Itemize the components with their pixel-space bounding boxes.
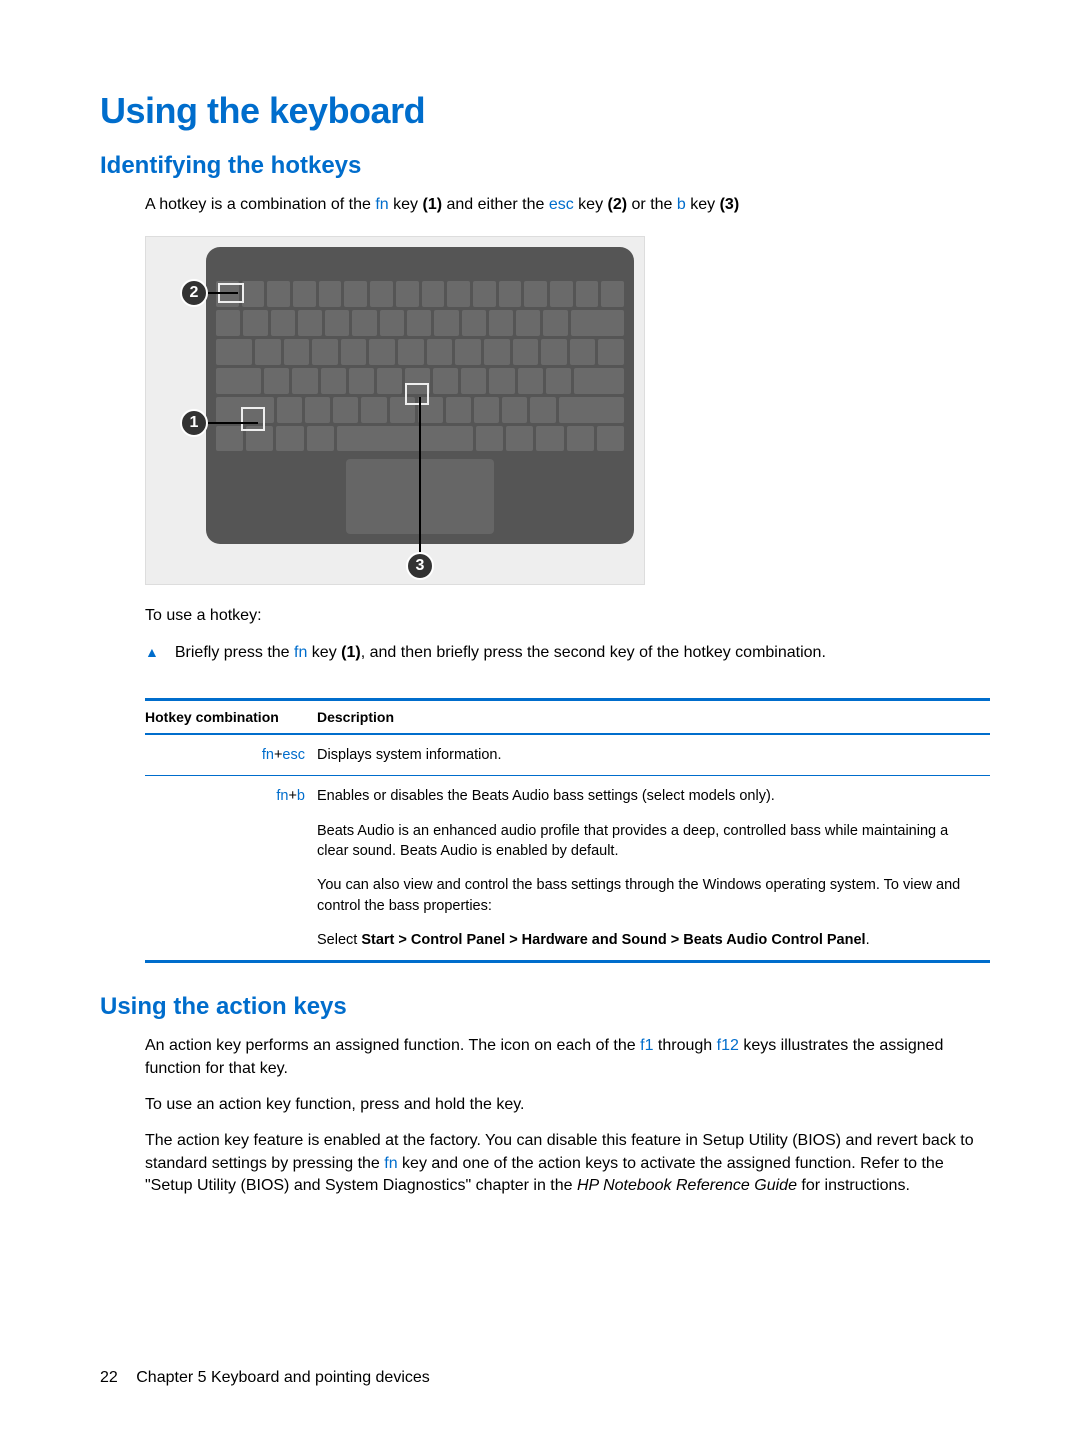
key-esc: esc [282,747,305,763]
text: key [686,196,720,213]
text: An action key performs an assigned funct… [145,1037,640,1054]
nav-path: Start > Control Panel > Hardware and Sou… [361,932,865,948]
callout-1: 1 [180,409,208,437]
action-keys-p2: To use an action key function, press and… [145,1094,990,1116]
key-f12: f12 [717,1037,739,1054]
step-marker-icon: ▲ [145,644,159,678]
highlight-b-key [405,383,429,405]
text: or the [627,196,677,213]
callout-line [208,422,258,424]
text: Beats Audio is an enhanced audio profile… [317,821,978,862]
key-esc: esc [549,196,574,213]
text: key [574,196,608,213]
text: . [866,932,870,948]
key-b: b [297,788,305,804]
action-keys-p3: The action key feature is enabled at the… [145,1130,990,1197]
key-fn: fn [276,788,288,804]
key-fn: fn [294,644,307,661]
text: key [307,644,341,661]
hotkey-desc-cell: Enables or disables the Beats Audio bass… [317,776,990,962]
hotkey-table: Hotkey combination Description fn+esc Di… [145,698,990,963]
callout-line [419,397,421,553]
callout-3: 3 [406,552,434,580]
table-header-row: Hotkey combination Description [145,700,990,735]
text: through [653,1037,716,1054]
col-header-description: Description [317,700,990,735]
text: for instructions. [797,1177,910,1194]
text: and either the [442,196,549,213]
text: Select Start > Control Panel > Hardware … [317,930,978,950]
key-fn: fn [262,747,274,763]
heading-action-keys: Using the action keys [100,993,990,1021]
keyboard-figure: 2 1 3 [145,236,645,585]
chapter-label: Chapter 5 Keyboard and pointing devices [136,1369,430,1386]
plus: + [288,788,296,804]
key-f1: f1 [640,1037,653,1054]
key-b: b [677,196,686,213]
key-fn: fn [384,1155,397,1172]
text: You can also view and control the bass s… [317,875,978,916]
page-number: 22 [100,1369,118,1386]
ref-1: (1) [423,196,443,213]
ref-1: (1) [341,644,361,661]
callout-line [208,292,238,294]
text: key [389,196,423,213]
instruction-step: ▲ Briefly press the fn key (1), and then… [145,642,990,678]
heading-identifying-hotkeys: Identifying the hotkeys [100,152,990,180]
hotkey-desc-cell: Displays system information. [317,734,990,776]
heading-main: Using the keyboard [100,90,990,132]
highlight-fn-key [241,407,265,431]
ref-3: (3) [720,196,740,213]
action-keys-p1: An action key performs an assigned funct… [145,1035,990,1080]
hotkey-combo-cell: fn+b [145,776,317,962]
text: Select [317,932,361,948]
callout-2: 2 [180,279,208,307]
reference-guide: HP Notebook Reference Guide [577,1177,797,1194]
use-hotkey-label: To use a hotkey: [145,605,990,627]
text: Enables or disables the Beats Audio bass… [317,786,978,806]
col-header-combination: Hotkey combination [145,700,317,735]
text: , and then briefly press the second key … [361,644,826,661]
step-text: Briefly press the fn key (1), and then b… [175,642,826,664]
hotkey-combo-cell: fn+esc [145,734,317,776]
text: Briefly press the [175,644,294,661]
key-fn: fn [375,196,388,213]
ref-2: (2) [608,196,628,213]
table-row: fn+esc Displays system information. [145,734,990,776]
hotkey-intro-text: A hotkey is a combination of the fn key … [145,194,990,216]
document-page: Using the keyboard Identifying the hotke… [0,0,1080,1437]
text: A hotkey is a combination of the [145,196,375,213]
table-row: fn+b Enables or disables the Beats Audio… [145,776,990,962]
page-footer: 22 Chapter 5 Keyboard and pointing devic… [100,1369,430,1387]
